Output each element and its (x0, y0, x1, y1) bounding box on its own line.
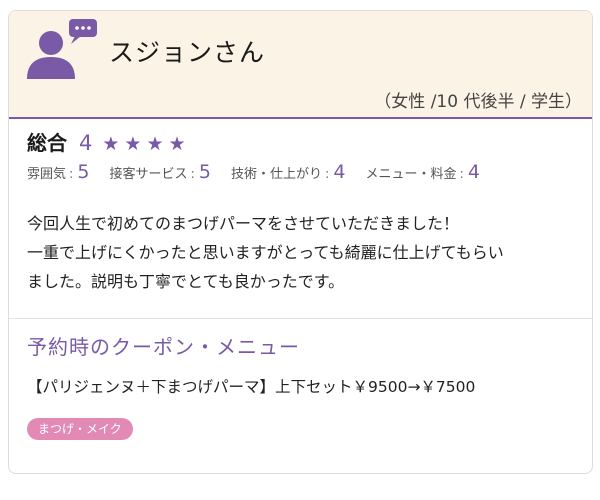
star-icon: ★ (168, 133, 186, 155)
sub-rating-value: 5 (77, 161, 90, 183)
overall-label: 総合 (27, 131, 67, 155)
sub-rating-value: 4 (467, 161, 480, 183)
sub-rating-label: 接客サービス (109, 167, 188, 182)
sub-rating-service: 接客サービス : 5 (110, 161, 212, 183)
overall-rating: 総合 4 ★ ★ ★ ★ (27, 127, 186, 155)
section-divider (9, 318, 592, 319)
sub-rating-separator: : (325, 167, 330, 182)
review-comment: 今回人生で初めてのまつげパーマをさせていただきました！ 一重で上げにくかったと思… (27, 209, 582, 296)
sub-rating-value: 5 (198, 161, 211, 183)
sub-ratings: 雰囲気 : 5 接客サービス : 5 技術・仕上がり : 4 メニュー・料金 :… (27, 161, 500, 183)
review-card: スジョンさん （女性 /10 代後半 / 学生） 総合 4 ★ ★ ★ ★ 雰囲気 :… (8, 10, 593, 474)
reviewer-profile: （女性 /10 代後半 / 学生） (374, 92, 582, 112)
star-icon: ★ (124, 133, 142, 155)
sub-rating-technique: 技術・仕上がり : 4 (231, 161, 346, 183)
star-icon: ★ (102, 133, 120, 155)
sub-rating-separator: : (69, 167, 74, 182)
coupon-menu-link[interactable]: 【パリジェンヌ＋下まつげパーマ】上下セット￥9500→￥7500 (27, 375, 475, 397)
sub-rating-atmosphere: 雰囲気 : 5 (27, 161, 90, 183)
sub-rating-value: 4 (333, 161, 346, 183)
overall-score: 4 (79, 131, 93, 155)
sub-rating-separator: : (190, 167, 195, 182)
sub-rating-label: 技術・仕上がり (231, 167, 323, 182)
star-rating: ★ ★ ★ ★ (102, 135, 185, 154)
comment-line: ました。説明も丁寧でとても良かったです。 (27, 272, 345, 291)
sub-rating-label: 雰囲気 (27, 167, 67, 182)
sub-rating-separator: : (459, 167, 464, 182)
sub-rating-label: メニュー・料金 (365, 167, 457, 182)
coupon-section-title: 予約時のクーポン・メニュー (27, 335, 300, 359)
sub-rating-menu-price: メニュー・料金 : 4 (366, 161, 481, 183)
reviewer-name: スジョンさん (109, 38, 266, 67)
review-header: スジョンさん （女性 /10 代後半 / 学生） (9, 11, 592, 119)
star-icon: ★ (146, 133, 164, 155)
category-tag[interactable]: まつげ・メイク (27, 418, 133, 440)
user-avatar-icon (27, 19, 97, 79)
comment-line: 一重で上げにくかったと思いますがとっても綺麗に仕上げてもらい (27, 243, 504, 262)
comment-line: 今回人生で初めてのまつげパーマをさせていただきました！ (27, 214, 460, 233)
